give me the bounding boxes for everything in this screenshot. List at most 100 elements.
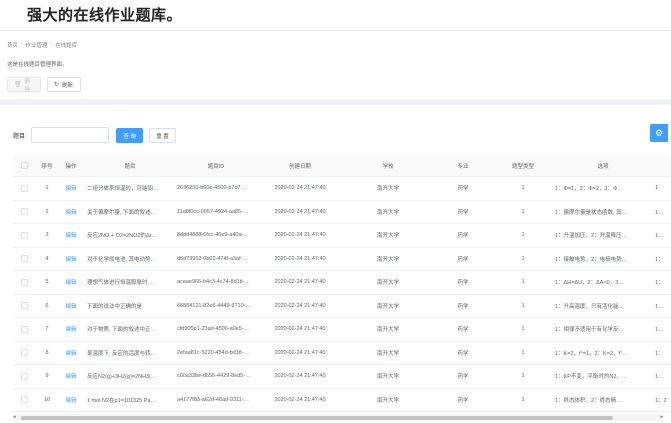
row-options: 1：升温加压，2：升温降压… (555, 233, 628, 240)
row-id: acaae966-b4c3-4c74-8d1b-… (177, 279, 251, 286)
header-seq: 序号 (41, 163, 53, 170)
select-all-cell (13, 162, 35, 169)
row-answer: 1：2 (655, 397, 667, 404)
question-table: 序号 操作 题目 题目ID 创建日期 学校 专业 题型类型 选项 1 编辑 二组分体… (13, 155, 671, 412)
row-id: cfd905b1-23ad-4506-a0e5-… (177, 326, 250, 333)
table-row[interactable]: 4 编辑 对于化学原电池, 其电动势… d6d79952-0b02-474f-a3af… (13, 248, 671, 271)
edit-link[interactable]: 编辑 (59, 231, 83, 239)
row-checkbox[interactable] (20, 349, 28, 357)
row-title: 对于化学原电池, 其电动势… (87, 256, 157, 263)
query-button[interactable]: 查 询 (116, 128, 143, 143)
row-qtype: 1 (521, 255, 525, 262)
row-checkbox[interactable] (20, 396, 28, 404)
edit-link[interactable]: 编辑 (59, 184, 83, 192)
row-id: 2efaa81c-5220-454d-bd18-… (177, 349, 250, 356)
header-id: 题目ID (207, 163, 225, 170)
table-row[interactable]: 6 编辑 下面的说法中正确的是 66884121-82e6-4449-9710-… 20… (13, 295, 671, 318)
header-divider (0, 30, 671, 31)
row-checkbox[interactable] (20, 231, 28, 239)
row-school: 南开大学 (376, 209, 399, 216)
row-options: 1：接触电势，2：电极电势… (555, 256, 628, 263)
row-options: 1：升高温度，只有活化能… (555, 303, 625, 310)
row-time: 2020-02-24 21:47:40 (274, 326, 326, 333)
horizontal-scrollbar[interactable]: ◂ ▸ (13, 414, 663, 421)
row-select-cell (13, 255, 35, 263)
row-options: 1：K=2，f°=1，2：K=2，f°… (555, 350, 628, 357)
table-row[interactable]: 8 编辑 某温度下, 反应的活度与转… 2efaa81c-5220-454d-bd18… (13, 342, 671, 365)
edit-link[interactable]: 编辑 (59, 349, 83, 357)
settings-float-button[interactable]: ⚙ (650, 124, 668, 142)
header-major: 专业 (457, 163, 469, 170)
row-major: 药学 (457, 397, 469, 404)
row-time: 2020-02-24 21:47:40 (274, 255, 326, 262)
edit-link[interactable]: 编辑 (59, 396, 83, 404)
search-input[interactable] (31, 127, 109, 143)
table-row[interactable]: 7 编辑 对于物质, 下面的叙述中正… cfd905b1-23ad-4506-a0e5… (13, 318, 671, 342)
row-select-cell (13, 372, 35, 380)
row-major: 药学 (457, 374, 469, 381)
row-checkbox[interactable] (20, 302, 28, 310)
row-school: 南开大学 (376, 327, 399, 334)
row-checkbox[interactable] (20, 255, 28, 263)
table-row[interactable]: 5 编辑 理想气体进行恒温膨胀时, … acaae966-b4c3-4c74-8d1b… (13, 271, 671, 295)
scrollbar-thumb[interactable] (21, 416, 613, 420)
page-description: 这是在线题目管理界面。 (7, 62, 68, 68)
select-all-checkbox[interactable] (20, 162, 28, 169)
header-school: 学校 (382, 163, 394, 170)
table-row[interactable]: 2 编辑 关于偏摩尔量, 下面的叙述… 11a8f0cc-0057-4924-aa85… (13, 201, 671, 224)
row-title: 二组分体系恒温时，可能同… (87, 186, 159, 193)
table-row[interactable]: 10 编辑 1 mol N2在p1=101325 Pa… a4177f83-a62d-… (13, 389, 671, 412)
row-checkbox[interactable] (20, 184, 28, 192)
scroll-left-icon[interactable]: ◂ (13, 414, 16, 420)
panel-divider (0, 99, 671, 105)
row-checkbox[interactable] (20, 372, 28, 380)
row-qtype: 1 (521, 279, 525, 286)
reset-button[interactable]: 重 置 (149, 128, 176, 143)
table-row[interactable]: 9 编辑 反应N2(g)+3H2(g)=2NH3(… c60a33be-d556-44… (13, 365, 671, 389)
row-id: a4177f83-a62d-48ad-9311-… (177, 396, 250, 403)
table-row[interactable]: 1 编辑 二组分体系恒温时，可能同… 2636250-b60e-4500-b7d7… 2… (13, 177, 671, 201)
row-checkbox[interactable] (20, 208, 28, 216)
edit-link[interactable]: 编辑 (59, 255, 83, 263)
row-seq: 4 (45, 255, 49, 262)
row-school: 南开大学 (376, 397, 399, 404)
refresh-button[interactable]: ↻ 刷新 (47, 77, 81, 92)
row-major: 药学 (457, 256, 469, 263)
edit-link[interactable]: 编辑 (59, 278, 83, 286)
breadcrumb-home[interactable]: 首页 (7, 41, 18, 49)
header-op: 操作 (65, 163, 77, 170)
row-checkbox[interactable] (20, 325, 28, 333)
row-options: 1：Φ=1，2：Φ=2，3：Φ… (555, 186, 623, 193)
row-title: 某温度下, 反应的活度与转… (87, 350, 157, 357)
delete-button[interactable]: 🗑 删除 (7, 77, 41, 93)
search-label: 题目: (13, 134, 27, 140)
scroll-right-icon[interactable]: ▸ (660, 414, 663, 420)
row-checkbox[interactable] (20, 278, 28, 286)
row-time: 2020-02-24 21:47:40 (274, 232, 326, 239)
table-row[interactable]: 3 编辑 反应2NO + O2=2NO2的Δr… 8ddd4888-6fcc-46e9… (13, 224, 671, 248)
edit-link[interactable]: 编辑 (59, 208, 83, 216)
row-select-cell (13, 325, 35, 333)
edit-link[interactable]: 编辑 (59, 325, 83, 333)
trash-icon: 🗑 (14, 82, 22, 88)
row-select-cell (13, 278, 35, 286)
header-opts: 选项 (597, 163, 609, 170)
row-qtype: 1 (521, 349, 525, 356)
row-select-cell (13, 302, 35, 310)
table-header: 序号 操作 题目 题目ID 创建日期 学校 专业 题型类型 选项 (13, 155, 671, 177)
row-select-cell (13, 231, 35, 239)
row-title: 理想气体进行恒温膨胀时, … (87, 280, 157, 287)
edit-link[interactable]: 编辑 (59, 302, 83, 310)
row-major: 药学 (457, 186, 469, 193)
row-school: 南开大学 (376, 186, 399, 193)
breadcrumb-homework[interactable]: 作业管理 (26, 41, 48, 49)
row-time: 2020-02-24 21:47:40 (274, 349, 326, 356)
row-school: 南开大学 (376, 350, 399, 357)
row-id: d6d79952-0b02-474f-a3af-… (177, 255, 248, 262)
breadcrumb-separator: / (21, 41, 23, 47)
row-major: 药学 (457, 303, 469, 310)
row-qtype: 1 (521, 185, 525, 192)
row-answer: 1：影响相 (655, 327, 671, 334)
edit-link[interactable]: 编辑 (59, 372, 83, 380)
row-id: 11a8f0cc-0057-4924-aa85-… (177, 208, 249, 215)
